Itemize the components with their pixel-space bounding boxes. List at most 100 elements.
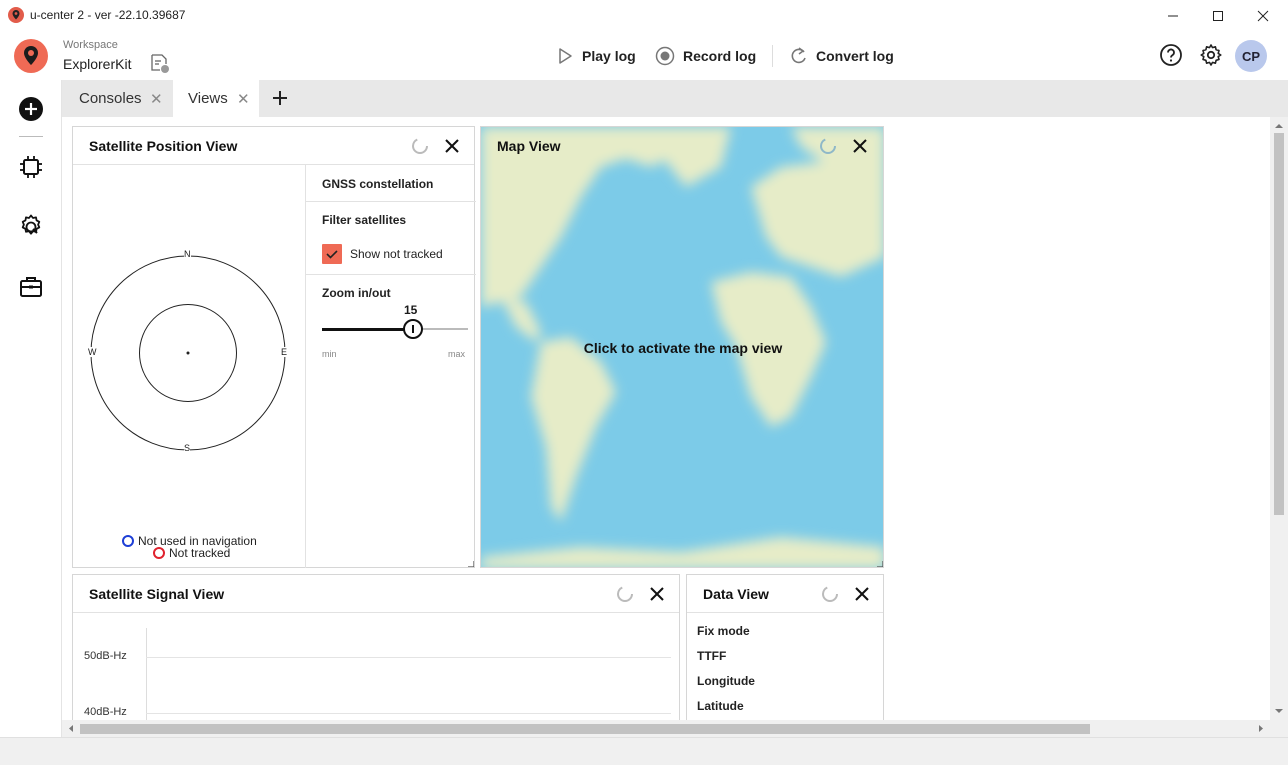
u-center-logo	[14, 39, 48, 73]
workspace-name: ExplorerKit	[63, 56, 132, 72]
activate-map-message[interactable]: Click to activate the map view	[481, 340, 883, 356]
record-log-button[interactable]: Record log	[655, 45, 756, 67]
zoom-value: 15	[404, 303, 418, 317]
panel-title: Data View	[703, 586, 769, 602]
legend-blue-ring-icon	[122, 535, 134, 547]
vertical-scroll-thumb[interactable]	[1274, 133, 1284, 515]
minimize-button[interactable]	[1150, 0, 1196, 31]
legend-not-tracked-label: Not tracked	[169, 546, 231, 560]
zoom-min-label: min	[322, 349, 337, 359]
close-panel-icon[interactable]	[850, 136, 870, 156]
tab-close-icon[interactable]: ✕	[237, 90, 250, 108]
left-sidebar	[0, 80, 62, 737]
convert-icon	[791, 47, 806, 64]
satellite-position-panel: Satellite Position View N S W E Not used…	[72, 126, 476, 568]
record-log-label: Record log	[683, 48, 757, 64]
filter-satellites-label: Filter satellites	[322, 213, 407, 227]
map-view-panel[interactable]: Map View Click to activate the map view	[480, 126, 884, 568]
panel-title: Map View	[497, 138, 561, 154]
tools-icon[interactable]	[18, 214, 44, 240]
checkbox-checked-icon	[322, 244, 342, 264]
zoom-max-label: max	[448, 349, 466, 359]
refresh-spinner-icon	[820, 138, 836, 154]
filter-satellites-section: Filter satellites Show not tracked	[306, 202, 476, 275]
maximize-button[interactable]	[1195, 0, 1241, 31]
resize-handle-icon[interactable]	[877, 561, 883, 567]
save-workspace-icon[interactable]	[149, 52, 171, 74]
vertical-scrollbar[interactable]	[1270, 117, 1288, 720]
app-header: Workspace ExplorerKit Play log Record lo…	[0, 31, 1288, 80]
workspace-label: Workspace	[63, 39, 118, 51]
sidebar-divider	[19, 136, 43, 137]
legend-not-tracked: Not tracked	[153, 546, 230, 560]
plus-icon	[273, 91, 287, 105]
refresh-spinner-icon	[412, 138, 428, 154]
zoom-slider-fill	[322, 327, 413, 331]
y-tick-label: 50dB-Hz	[84, 650, 127, 662]
show-not-tracked-label: Show not tracked	[350, 247, 443, 261]
data-row-ttff: TTFF	[697, 649, 727, 663]
convert-log-button[interactable]: Convert log	[790, 45, 894, 67]
close-icon	[1257, 10, 1269, 21]
scroll-left-arrow-icon[interactable]	[64, 720, 78, 737]
compass-south: S	[184, 443, 191, 453]
legend-red-ring-icon	[153, 547, 165, 559]
refresh-spinner-icon	[822, 586, 838, 602]
settings-gear-icon[interactable]	[1199, 43, 1223, 67]
panel-header: Satellite Signal View	[73, 575, 679, 613]
close-panel-icon[interactable]	[647, 584, 667, 604]
close-window-button[interactable]	[1240, 0, 1286, 31]
zoom-label: Zoom in/out	[322, 286, 391, 300]
panel-title: Satellite Position View	[89, 138, 238, 154]
scroll-corner	[1270, 720, 1288, 737]
window-titlebar: u-center 2 - ver -22.10.39687	[0, 0, 1288, 31]
tab-views-label: Views	[188, 90, 228, 107]
refresh-spinner-icon	[617, 586, 633, 602]
play-log-label: Play log	[582, 48, 636, 64]
resize-handle-icon[interactable]	[468, 561, 474, 567]
status-bar	[0, 737, 1288, 765]
show-not-tracked-checkbox[interactable]: Show not tracked	[322, 244, 443, 264]
scroll-down-arrow-icon[interactable]	[1270, 704, 1288, 718]
data-view-panel: Data View Fix mode TTFF Longitude Latitu…	[686, 574, 884, 720]
scroll-up-arrow-icon[interactable]	[1270, 119, 1288, 133]
zoom-section: Zoom in/out 15 min max	[306, 275, 476, 375]
horizontal-scroll-thumb[interactable]	[80, 724, 1090, 734]
play-log-button[interactable]: Play log	[556, 45, 636, 67]
tab-consoles-label: Consoles	[79, 90, 142, 107]
gridline	[146, 713, 671, 714]
data-row-latitude: Latitude	[697, 699, 744, 713]
gridline	[146, 657, 671, 658]
scroll-right-arrow-icon[interactable]	[1254, 720, 1268, 737]
help-icon[interactable]	[1159, 43, 1183, 67]
tab-views[interactable]: Views ✕	[173, 80, 259, 117]
gnss-constellation-section[interactable]: GNSS constellation	[306, 165, 476, 202]
data-row-longitude: Longitude	[697, 674, 755, 688]
compass-east: E	[281, 347, 288, 357]
y-tick-label: 40dB-Hz	[84, 706, 127, 718]
signal-y-axis	[146, 628, 147, 720]
sky-plot	[90, 255, 286, 451]
tab-close-icon[interactable]: ✕	[150, 90, 163, 108]
panel-title: Satellite Signal View	[89, 586, 225, 602]
horizontal-scrollbar[interactable]	[62, 720, 1270, 737]
chip-device-icon[interactable]	[18, 154, 44, 180]
app-logo-icon	[8, 7, 24, 23]
play-icon	[559, 48, 572, 64]
user-avatar[interactable]: CP	[1235, 40, 1267, 72]
zoom-slider-track[interactable]	[322, 319, 468, 339]
maximize-icon	[1213, 10, 1223, 21]
panel-header: Map View	[481, 127, 883, 165]
compass-west: W	[88, 347, 97, 357]
record-icon	[655, 46, 675, 66]
add-tab-button[interactable]	[268, 86, 292, 110]
briefcase-icon[interactable]	[18, 274, 44, 300]
close-panel-icon[interactable]	[442, 136, 462, 156]
panel-header: Satellite Position View	[73, 127, 474, 165]
add-circle-icon[interactable]	[18, 96, 44, 122]
close-panel-icon[interactable]	[852, 584, 872, 604]
gnss-constellation-label: GNSS constellation	[322, 177, 434, 191]
tab-consoles[interactable]: Consoles ✕	[62, 80, 172, 117]
zoom-slider-thumb[interactable]	[402, 319, 423, 339]
views-canvas: Satellite Position View N S W E Not used…	[62, 117, 1270, 720]
